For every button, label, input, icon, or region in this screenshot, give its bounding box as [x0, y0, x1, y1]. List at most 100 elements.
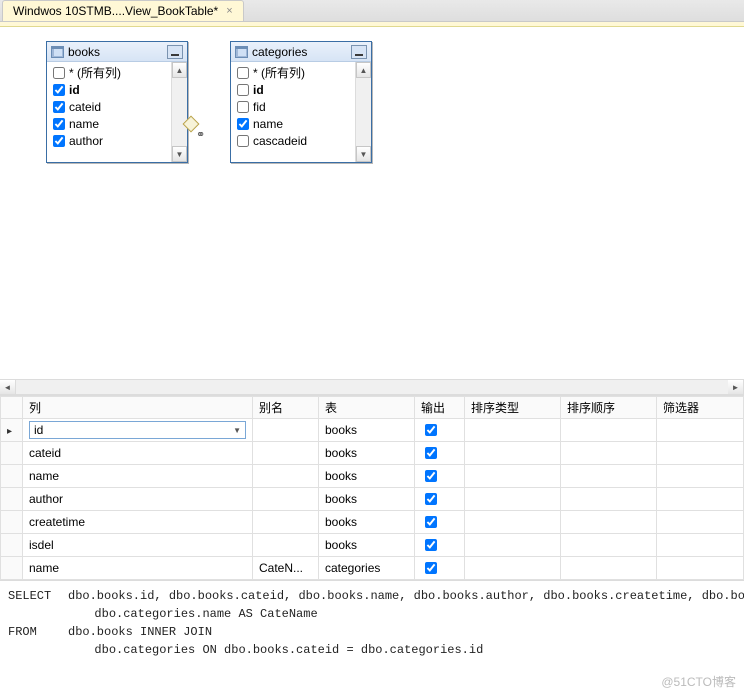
- cell-sort-order[interactable]: [561, 511, 657, 534]
- column-all[interactable]: * (所有列): [231, 64, 371, 81]
- cell-table[interactable]: books: [319, 442, 415, 465]
- column-checkbox[interactable]: [237, 135, 249, 147]
- table-row[interactable]: name books: [1, 465, 744, 488]
- cell-output[interactable]: [415, 557, 465, 580]
- cell-output[interactable]: [415, 534, 465, 557]
- scroll-track[interactable]: [16, 380, 728, 394]
- cell-output[interactable]: [415, 419, 465, 442]
- row-header[interactable]: [1, 488, 23, 511]
- header-sort-order[interactable]: 排序顺序: [561, 397, 657, 419]
- cell-filter[interactable]: [657, 442, 744, 465]
- column-checkbox[interactable]: [237, 118, 249, 130]
- cell-column[interactable]: cateid: [23, 442, 253, 465]
- scrollbar[interactable]: ▲ ▼: [171, 62, 187, 162]
- cell-sort-order[interactable]: [561, 442, 657, 465]
- cell-column[interactable]: name: [23, 465, 253, 488]
- table-box-categories[interactable]: categories * (所有列) id fid nam: [230, 41, 372, 163]
- column-checkbox[interactable]: [53, 67, 65, 79]
- cell-alias[interactable]: [253, 442, 319, 465]
- header-filter[interactable]: 筛选器: [657, 397, 744, 419]
- row-header[interactable]: [1, 534, 23, 557]
- table-row[interactable]: id▼books: [1, 419, 744, 442]
- column-checkbox[interactable]: [237, 101, 249, 113]
- cell-filter[interactable]: [657, 534, 744, 557]
- cell-output[interactable]: [415, 511, 465, 534]
- column-row[interactable]: cateid: [47, 98, 187, 115]
- cell-sort-type[interactable]: [465, 557, 561, 580]
- row-header[interactable]: [1, 442, 23, 465]
- cell-sort-type[interactable]: [465, 465, 561, 488]
- document-tab[interactable]: Windwos 10STMB....View_BookTable* ×: [2, 0, 244, 21]
- table-row[interactable]: cateid books: [1, 442, 744, 465]
- cell-alias[interactable]: [253, 511, 319, 534]
- scroll-up-button[interactable]: ▲: [356, 62, 371, 78]
- cell-alias[interactable]: [253, 488, 319, 511]
- row-header[interactable]: [1, 557, 23, 580]
- scroll-down-button[interactable]: ▼: [172, 146, 187, 162]
- column-checkbox[interactable]: [53, 84, 65, 96]
- column-row[interactable]: cascadeid: [231, 132, 371, 149]
- minimize-button[interactable]: [351, 45, 367, 59]
- cell-sort-type[interactable]: [465, 534, 561, 557]
- column-checkbox[interactable]: [53, 118, 65, 130]
- cell-alias[interactable]: [253, 419, 319, 442]
- output-checkbox[interactable]: [425, 470, 437, 482]
- cell-sort-order[interactable]: [561, 465, 657, 488]
- cell-filter[interactable]: [657, 557, 744, 580]
- cell-column[interactable]: name: [23, 557, 253, 580]
- column-row[interactable]: id: [47, 81, 187, 98]
- header-alias[interactable]: 别名: [253, 397, 319, 419]
- column-checkbox[interactable]: [237, 84, 249, 96]
- sql-pane[interactable]: SELECTdbo.books.id, dbo.books.cateid, db…: [0, 580, 744, 665]
- cell-filter[interactable]: [657, 419, 744, 442]
- table-box-books[interactable]: books * (所有列) id cateid name: [46, 41, 188, 163]
- output-checkbox[interactable]: [425, 493, 437, 505]
- cell-sort-type[interactable]: [465, 488, 561, 511]
- scroll-down-button[interactable]: ▼: [356, 146, 371, 162]
- column-row[interactable]: name: [47, 115, 187, 132]
- column-row[interactable]: author: [47, 132, 187, 149]
- cell-output[interactable]: [415, 488, 465, 511]
- column-all[interactable]: * (所有列): [47, 64, 187, 81]
- cell-table[interactable]: books: [319, 465, 415, 488]
- cell-output[interactable]: [415, 442, 465, 465]
- cell-table[interactable]: books: [319, 534, 415, 557]
- table-row[interactable]: nameCateN...categories: [1, 557, 744, 580]
- scroll-right-button[interactable]: ►: [728, 380, 744, 394]
- scroll-track[interactable]: [172, 78, 187, 146]
- column-row[interactable]: id: [231, 81, 371, 98]
- cell-filter[interactable]: [657, 488, 744, 511]
- cell-sort-order[interactable]: [561, 488, 657, 511]
- minimize-button[interactable]: [167, 45, 183, 59]
- table-row[interactable]: createtimebooks: [1, 511, 744, 534]
- column-row[interactable]: fid: [231, 98, 371, 115]
- table-row[interactable]: isdel books: [1, 534, 744, 557]
- table-title-bar[interactable]: categories: [231, 42, 371, 62]
- header-col[interactable]: 列: [23, 397, 253, 419]
- column-dropdown[interactable]: id▼: [29, 421, 246, 439]
- cell-sort-order[interactable]: [561, 419, 657, 442]
- cell-sort-type[interactable]: [465, 511, 561, 534]
- row-header[interactable]: [1, 419, 23, 442]
- scroll-left-button[interactable]: ◄: [0, 380, 16, 394]
- cell-alias[interactable]: [253, 534, 319, 557]
- cell-table[interactable]: categories: [319, 557, 415, 580]
- header-table[interactable]: 表: [319, 397, 415, 419]
- cell-output[interactable]: [415, 465, 465, 488]
- cell-column[interactable]: isdel: [23, 534, 253, 557]
- table-row[interactable]: authorbooks: [1, 488, 744, 511]
- cell-sort-order[interactable]: [561, 557, 657, 580]
- column-checkbox[interactable]: [237, 67, 249, 79]
- row-header[interactable]: [1, 511, 23, 534]
- output-checkbox[interactable]: [425, 447, 437, 459]
- column-row[interactable]: name: [231, 115, 371, 132]
- column-checkbox[interactable]: [53, 135, 65, 147]
- table-title-bar[interactable]: books: [47, 42, 187, 62]
- close-icon[interactable]: ×: [224, 5, 234, 17]
- row-header[interactable]: [1, 465, 23, 488]
- scrollbar[interactable]: ▲ ▼: [355, 62, 371, 162]
- cell-column[interactable]: author: [23, 488, 253, 511]
- horizontal-scrollbar[interactable]: ◄ ►: [0, 379, 744, 395]
- cell-alias[interactable]: CateN...: [253, 557, 319, 580]
- cell-column[interactable]: id▼: [23, 419, 253, 442]
